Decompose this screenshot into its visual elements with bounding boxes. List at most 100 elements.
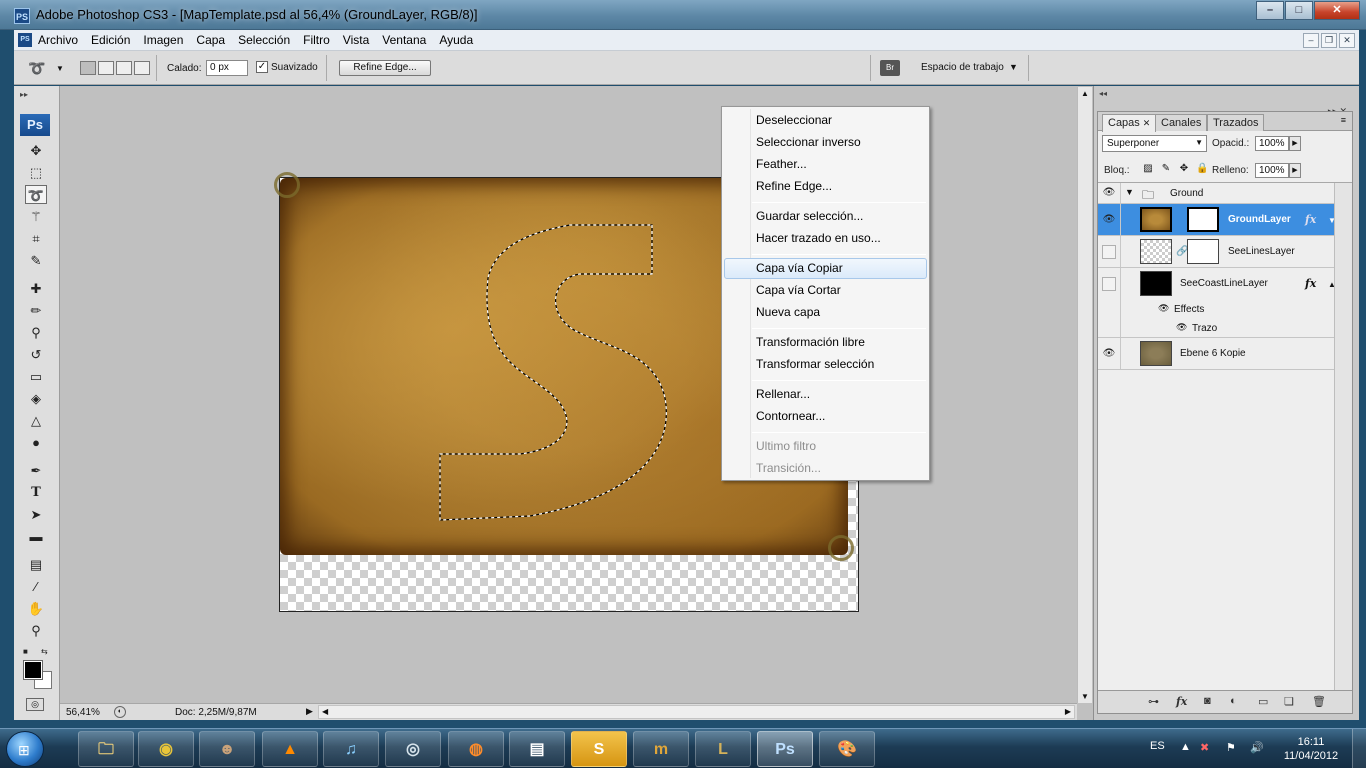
- swap-colors-icon[interactable]: ⇆: [41, 647, 48, 656]
- scroll-left-icon[interactable]: ◀: [322, 707, 328, 716]
- volume-icon[interactable]: 🔊: [1250, 741, 1264, 754]
- move-tool-icon[interactable]: ✥: [25, 141, 47, 160]
- layer-group-row[interactable]: 👁 ▼ 🗀 Ground: [1098, 183, 1334, 204]
- layer-row-ebene-6-kopie[interactable]: 👁 Ebene 6 Kopie: [1098, 338, 1334, 370]
- eye-icon[interactable]: 👁: [1158, 303, 1169, 314]
- menu-edicion[interactable]: Edición: [91, 33, 130, 47]
- clone-stamp-icon[interactable]: ⚲: [25, 323, 47, 342]
- close-icon[interactable]: ✕: [1143, 118, 1151, 128]
- menu-vista[interactable]: Vista: [343, 33, 369, 47]
- layer-row-seelineslayer[interactable]: 🔗 SeeLinesLayer: [1098, 236, 1334, 268]
- new-group-icon[interactable]: ▭: [1258, 695, 1268, 708]
- menu-item-feather[interactable]: Feather...: [756, 157, 807, 171]
- type-tool-icon[interactable]: T: [25, 483, 47, 502]
- layers-scrollbar[interactable]: [1334, 183, 1352, 690]
- menu-item-transformar-seleccion[interactable]: Transformar selección: [756, 357, 874, 371]
- ps-logo[interactable]: Ps: [20, 114, 50, 136]
- workspace-dropdown-icon[interactable]: ▼: [1009, 62, 1018, 72]
- menu-seleccion[interactable]: Selección: [238, 33, 290, 47]
- effects-row[interactable]: 👁 Effects: [1098, 300, 1334, 319]
- subtract-selection-icon[interactable]: [116, 61, 132, 75]
- path-selection-icon[interactable]: ➤: [25, 505, 47, 524]
- canvas-horizontal-scrollbar[interactable]: ◀ ▶: [318, 705, 1075, 719]
- minimize-icon[interactable]: –: [1256, 1, 1284, 20]
- paint-icon[interactable]: 🎨: [819, 731, 875, 767]
- menu-item-rellenar[interactable]: Rellenar...: [756, 387, 810, 401]
- league-icon[interactable]: L: [695, 731, 751, 767]
- notepad-icon[interactable]: ▤: [509, 731, 565, 767]
- lasso-tool-icon[interactable]: ➰: [25, 185, 47, 204]
- notes-tool-icon[interactable]: ▤: [25, 555, 47, 574]
- photoshop-icon[interactable]: Ps: [757, 731, 813, 767]
- eye-icon[interactable]: 👁: [1102, 347, 1116, 361]
- tab-capas[interactable]: Capas ✕: [1102, 114, 1157, 132]
- vlc-icon[interactable]: ▲: [262, 731, 318, 767]
- paint-bucket-icon[interactable]: ◈: [25, 389, 47, 408]
- scroll-right-icon[interactable]: ▶: [1065, 707, 1071, 716]
- show-hidden-icons-icon[interactable]: ▲: [1180, 741, 1191, 753]
- skype-icon[interactable]: S: [571, 731, 627, 767]
- clock[interactable]: 16:11 11/04/2012: [1278, 735, 1344, 763]
- chevron-down-icon[interactable]: ▼: [56, 64, 64, 73]
- magic-wand-icon[interactable]: ⚚: [25, 207, 47, 226]
- tab-trazados[interactable]: Trazados: [1207, 114, 1265, 131]
- new-layer-icon[interactable]: ❏: [1284, 695, 1294, 708]
- history-brush-icon[interactable]: ↺: [25, 345, 47, 364]
- layer-name[interactable]: SeeCoastLineLayer: [1180, 278, 1268, 289]
- layer-row-groundlayer[interactable]: 👁 GroundLayer fx ▼: [1098, 204, 1336, 236]
- menu-item-deseleccionar[interactable]: Deseleccionar: [756, 113, 832, 127]
- lock-all-icon[interactable]: 🔒: [1196, 163, 1208, 175]
- menu-item-seleccionar-inverso[interactable]: Seleccionar inverso: [756, 135, 861, 149]
- doc-close-icon[interactable]: ✕: [1339, 33, 1355, 48]
- scroll-up-icon[interactable]: ▲: [1081, 89, 1089, 98]
- menu-item-capa-via-cortar[interactable]: Capa vía Cortar: [756, 283, 841, 297]
- hand-tool-icon[interactable]: ✋: [25, 599, 47, 618]
- fx-icon[interactable]: fx: [1305, 277, 1316, 290]
- link-layers-icon[interactable]: ⊶: [1148, 695, 1159, 708]
- lock-image-icon[interactable]: ✎: [1160, 163, 1172, 175]
- dodge-tool-icon[interactable]: ●: [25, 433, 47, 452]
- steam-icon[interactable]: ◎: [385, 731, 441, 767]
- zoom-tool-icon[interactable]: ⚲: [25, 621, 47, 640]
- document-icon[interactable]: PS: [18, 33, 32, 47]
- panel-menu-icon[interactable]: ≡: [1341, 115, 1346, 125]
- blur-tool-icon[interactable]: △: [25, 411, 47, 430]
- trash-icon[interactable]: 🗑: [1312, 695, 1326, 708]
- menu-item-nueva-capa[interactable]: Nueva capa: [756, 305, 820, 319]
- lasso-preset-icon[interactable]: ➰: [28, 60, 45, 77]
- game-icon[interactable]: ☻: [199, 731, 255, 767]
- add-mask-icon[interactable]: ◙: [1204, 695, 1211, 707]
- menu-item-hacer-trazado[interactable]: Hacer trazado en uso...: [756, 231, 881, 245]
- refine-edge-button[interactable]: Refine Edge...: [339, 60, 431, 76]
- intersect-selection-icon[interactable]: [134, 61, 150, 75]
- doc-minimize-icon[interactable]: –: [1303, 33, 1319, 48]
- menu-item-contornear[interactable]: Contornear...: [756, 409, 825, 423]
- default-colors-icon[interactable]: ■: [23, 647, 28, 656]
- opacity-slider-icon[interactable]: ▶: [1289, 136, 1301, 151]
- explorer-icon[interactable]: 🗀: [78, 731, 134, 767]
- close-icon[interactable]: ✕: [1314, 1, 1360, 20]
- visibility-toggle[interactable]: [1102, 245, 1116, 259]
- expand-triangle-icon[interactable]: ▼: [1125, 187, 1134, 197]
- doc-restore-icon[interactable]: ❐: [1321, 33, 1337, 48]
- adjustment-layer-icon[interactable]: ◐: [1230, 695, 1237, 707]
- eye-icon[interactable]: 👁: [1176, 322, 1187, 333]
- add-selection-icon[interactable]: [98, 61, 114, 75]
- visibility-toggle[interactable]: [1102, 277, 1116, 291]
- scroll-down-icon[interactable]: ▼: [1081, 692, 1089, 701]
- crop-tool-icon[interactable]: ⌗: [25, 229, 47, 248]
- foreground-color-swatch[interactable]: [23, 660, 43, 680]
- eyedropper-icon[interactable]: ⁄: [25, 577, 47, 596]
- layer-name[interactable]: Ebene 6 Kopie: [1180, 348, 1246, 359]
- new-selection-icon[interactable]: [80, 61, 96, 75]
- opacity-input[interactable]: 100%: [1255, 136, 1289, 151]
- eye-icon[interactable]: 👁: [1102, 213, 1116, 227]
- brush-tool-icon[interactable]: ✏: [25, 301, 47, 320]
- fill-slider-icon[interactable]: ▶: [1289, 163, 1301, 178]
- eye-icon[interactable]: 👁: [1102, 186, 1116, 200]
- language-indicator[interactable]: ES: [1150, 740, 1165, 752]
- pen-tool-icon[interactable]: ✒: [25, 461, 47, 480]
- canvas-vertical-scrollbar[interactable]: ▲ ▼: [1077, 87, 1092, 703]
- layer-name[interactable]: GroundLayer: [1228, 214, 1291, 225]
- shape-tool-icon[interactable]: ▬: [25, 527, 47, 546]
